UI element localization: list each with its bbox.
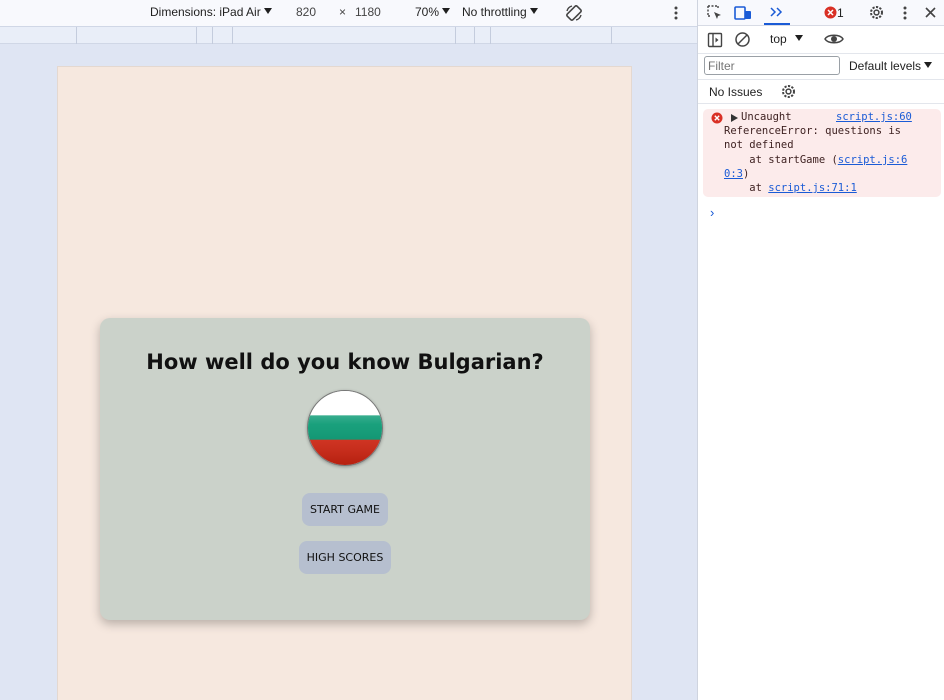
expand-triangle-icon[interactable]	[731, 114, 738, 122]
console-toolbar: top	[698, 26, 944, 54]
context-label: top	[770, 32, 787, 46]
console-prompt[interactable]: ›	[710, 205, 714, 220]
clear-console-icon[interactable]	[734, 31, 751, 48]
zoom-label: 70%	[415, 5, 440, 19]
stack-link[interactable]: script.js:6	[838, 154, 908, 166]
start-game-button[interactable]: START GAME	[302, 493, 388, 526]
chevron-down-icon	[442, 8, 451, 14]
stack-line: at script.js:71:1	[724, 182, 857, 194]
chevron-down-icon	[924, 62, 933, 68]
sidebar-toggle-icon[interactable]	[707, 32, 723, 48]
context-select[interactable]: top	[770, 32, 803, 46]
stack-link[interactable]: 0:3	[724, 168, 743, 180]
log-levels-label: Default levels	[849, 59, 922, 73]
chevron-down-icon	[263, 8, 272, 14]
device-viewport: How well do you know Bulgarian? START GA…	[0, 45, 697, 700]
stack-text: )	[742, 168, 750, 180]
error-prefix: Uncaught	[741, 111, 792, 123]
chevron-down-icon	[529, 8, 538, 14]
devtools-tabbar: 1	[698, 0, 944, 26]
dimensions-label: Dimensions: iPad Air	[150, 5, 261, 19]
filter-input[interactable]	[704, 56, 840, 75]
times-sign: ×	[339, 5, 347, 19]
height-input[interactable]: 1180	[355, 5, 381, 19]
chevron-down-icon	[794, 35, 803, 41]
media-query-ruler	[0, 26, 697, 44]
live-expression-eye-icon[interactable]	[824, 32, 844, 46]
bulgaria-flag-icon	[307, 390, 383, 466]
close-icon[interactable]	[924, 6, 937, 19]
quiz-title: How well do you know Bulgarian?	[146, 350, 544, 374]
error-line: not defined	[724, 139, 794, 151]
more-options-icon[interactable]	[901, 5, 909, 21]
more-tabs-icon[interactable]	[768, 4, 786, 20]
active-tab-indicator	[764, 23, 790, 25]
error-count[interactable]: 1	[837, 6, 844, 20]
dimensions-select[interactable]: Dimensions: iPad Air	[150, 5, 272, 19]
devtools-panel: 1 top Default levels No I	[697, 0, 944, 700]
throttling-select[interactable]: No throttling	[462, 5, 538, 19]
device-toggle-icon[interactable]	[734, 5, 752, 21]
stack-line: 0:3)	[724, 168, 749, 180]
error-icon	[711, 112, 723, 124]
log-levels-select[interactable]: Default levels	[849, 59, 933, 73]
issues-row: No Issues	[698, 80, 944, 104]
issues-label[interactable]: No Issues	[709, 85, 762, 99]
filter-row: Default levels	[698, 54, 944, 80]
rotate-icon[interactable]	[564, 3, 584, 23]
device-toolbar: Dimensions: iPad Air 820 × 1180 70% No t…	[0, 0, 697, 26]
more-options-icon[interactable]	[672, 5, 680, 21]
error-line: ReferenceError: questions is	[724, 125, 902, 137]
quiz-card: How well do you know Bulgarian? START GA…	[100, 318, 590, 620]
stack-text: at	[724, 182, 769, 194]
console-settings-gear-icon[interactable]	[780, 83, 797, 100]
stack-text: at startGame (	[724, 154, 838, 166]
stack-link[interactable]: script.js:71:1	[768, 182, 857, 194]
inspect-element-icon[interactable]	[707, 5, 723, 21]
width-input[interactable]: 820	[296, 5, 316, 19]
zoom-select[interactable]: 70%	[415, 5, 451, 19]
device-screen: How well do you know Bulgarian? START GA…	[57, 66, 632, 700]
console-error-message: Uncaught script.js:60 ReferenceError: qu…	[703, 109, 941, 197]
high-scores-button[interactable]: HIGH SCORES	[299, 541, 391, 574]
error-source-link[interactable]: script.js:60	[836, 111, 912, 123]
throttling-label: No throttling	[462, 5, 527, 19]
settings-gear-icon[interactable]	[868, 4, 885, 21]
stack-line: at startGame (script.js:6	[724, 154, 907, 166]
error-icon[interactable]	[824, 6, 837, 19]
